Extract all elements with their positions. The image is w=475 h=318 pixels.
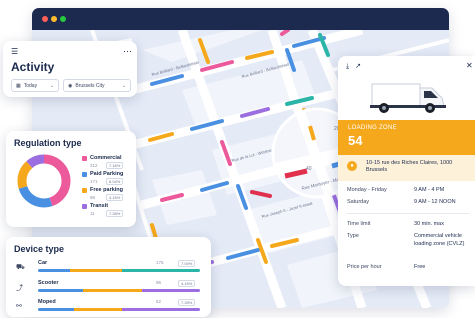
device-count: 96 [156, 280, 162, 285]
legend-percent-badge: 7.16% [106, 162, 124, 169]
hamburger-icon[interactable]: ☰ [11, 48, 18, 56]
device-name: Scooter [38, 280, 59, 286]
device-bar [38, 289, 200, 292]
zone-header: LOADING ZONE 54 [338, 120, 475, 155]
hours-day-1: Monday - Friday [347, 187, 387, 193]
maximize-window-dot[interactable] [60, 16, 66, 22]
date-select-value: Today [23, 82, 38, 89]
device-bar [38, 308, 200, 311]
device-bar [38, 269, 200, 272]
legend-percent-badge: 4.15% [106, 194, 124, 201]
zone-address: ● 10-15 rue des Riches Claires, 1000 Bru… [338, 155, 475, 181]
zone-detail-panel: ⤓ ↗ ✕ LOADING ZONE 54 ● 10-15 rue des Ri… [338, 56, 475, 286]
dashboard-stage: Rue Belliard - Belliardstraat Rue Bellia… [0, 0, 475, 318]
price-value: Free [414, 264, 426, 270]
hours-day-2: Saturday [347, 199, 370, 205]
legend-count: 96 [90, 195, 96, 200]
device-name: Car [38, 260, 48, 266]
device-row-car: ⛟ Car 176 7.04% [14, 260, 204, 274]
legend-swatch [82, 156, 87, 161]
regulation-donut-chart [17, 154, 71, 208]
map-pin-icon: ● [347, 161, 357, 171]
download-icon[interactable]: ⤓ [346, 63, 349, 70]
legend-swatch [82, 172, 87, 177]
legend-name: Paid Parking [90, 171, 124, 177]
device-name: Moped [38, 299, 56, 305]
regulation-title: Regulation type [14, 138, 82, 148]
city-select-value: Brussels City [75, 82, 105, 89]
divider [347, 213, 469, 214]
device-percent-badge: 4.15% [178, 280, 196, 287]
legend-swatch [82, 188, 87, 193]
regulation-type-card: Regulation type Commercial 212 7.16% Pai… [6, 131, 136, 227]
minimize-window-dot[interactable] [51, 16, 57, 22]
activity-card: ☰ ⋯ Activity ▦ Today ⌄ ◉ Brussels City ⌄ [3, 41, 137, 97]
city-select[interactable]: ◉ Brussels City ⌄ [63, 79, 131, 92]
type-label: Type [347, 233, 359, 239]
location-icon: ◉ [68, 82, 73, 89]
address-text: 10-15 rue des Riches Claires, 1000 Bruss… [366, 160, 453, 174]
price-label: Price per hour [347, 264, 382, 270]
device-row-moped: ⚯ Moped 52 7.28% [14, 299, 204, 313]
device-row-scooter: ⤴ Scooter 96 4.15% [14, 280, 204, 294]
car-icon: ⛟ [16, 264, 25, 271]
device-type-card: Device type ⛟ Car 176 7.04% ⤴ Scooter 96… [6, 237, 211, 317]
device-title: Device type [14, 244, 65, 254]
close-icon[interactable]: ✕ [466, 61, 473, 70]
legend-percent-badge: 7.28% [106, 210, 124, 217]
moped-icon: ⚯ [16, 303, 22, 310]
hours-time-2: 9 AM - 12 NOON [414, 199, 456, 205]
time-limit-label: Time limit [347, 221, 371, 227]
legend-percent-badge: 6.04% [106, 178, 124, 185]
legend-count: 212 [90, 163, 98, 168]
legend-name: Commercial [90, 155, 122, 161]
device-count: 52 [156, 299, 162, 304]
time-limit-value: 30 min. max [414, 221, 444, 227]
chevron-down-icon: ⌄ [49, 83, 54, 89]
van-image [370, 83, 446, 113]
chevron-down-icon: ⌄ [121, 83, 126, 89]
device-percent-badge: 7.28% [178, 299, 196, 306]
zone-type-label: LOADING ZONE [348, 125, 397, 131]
legend-swatch [82, 204, 87, 209]
legend-count: 11 [90, 211, 95, 216]
legend-name: Free parking [90, 187, 124, 193]
date-select[interactable]: ▦ Today ⌄ [11, 79, 59, 92]
activity-title: Activity [11, 60, 55, 74]
legend-count: 171 [90, 179, 98, 184]
device-count: 176 [156, 260, 164, 265]
external-link-icon[interactable]: ↗ [355, 63, 361, 70]
zone-number: 54 [348, 133, 363, 148]
close-window-dot[interactable] [42, 16, 48, 22]
legend-name: Transit [90, 203, 109, 209]
scooter-icon: ⤴ [16, 285, 23, 292]
device-percent-badge: 7.04% [178, 260, 196, 267]
calendar-icon: ▦ [16, 82, 21, 89]
window-titlebar [32, 8, 449, 30]
detail-toolbar: ⤓ ↗ [346, 62, 361, 71]
more-dots-icon[interactable]: ⋯ [123, 46, 132, 57]
type-value: Commercial vehicle loading zone (CVLZ) [414, 233, 465, 247]
magnifier-number-40: 40 [306, 166, 312, 172]
hours-time-1: 9 AM - 4 PM [414, 187, 445, 193]
